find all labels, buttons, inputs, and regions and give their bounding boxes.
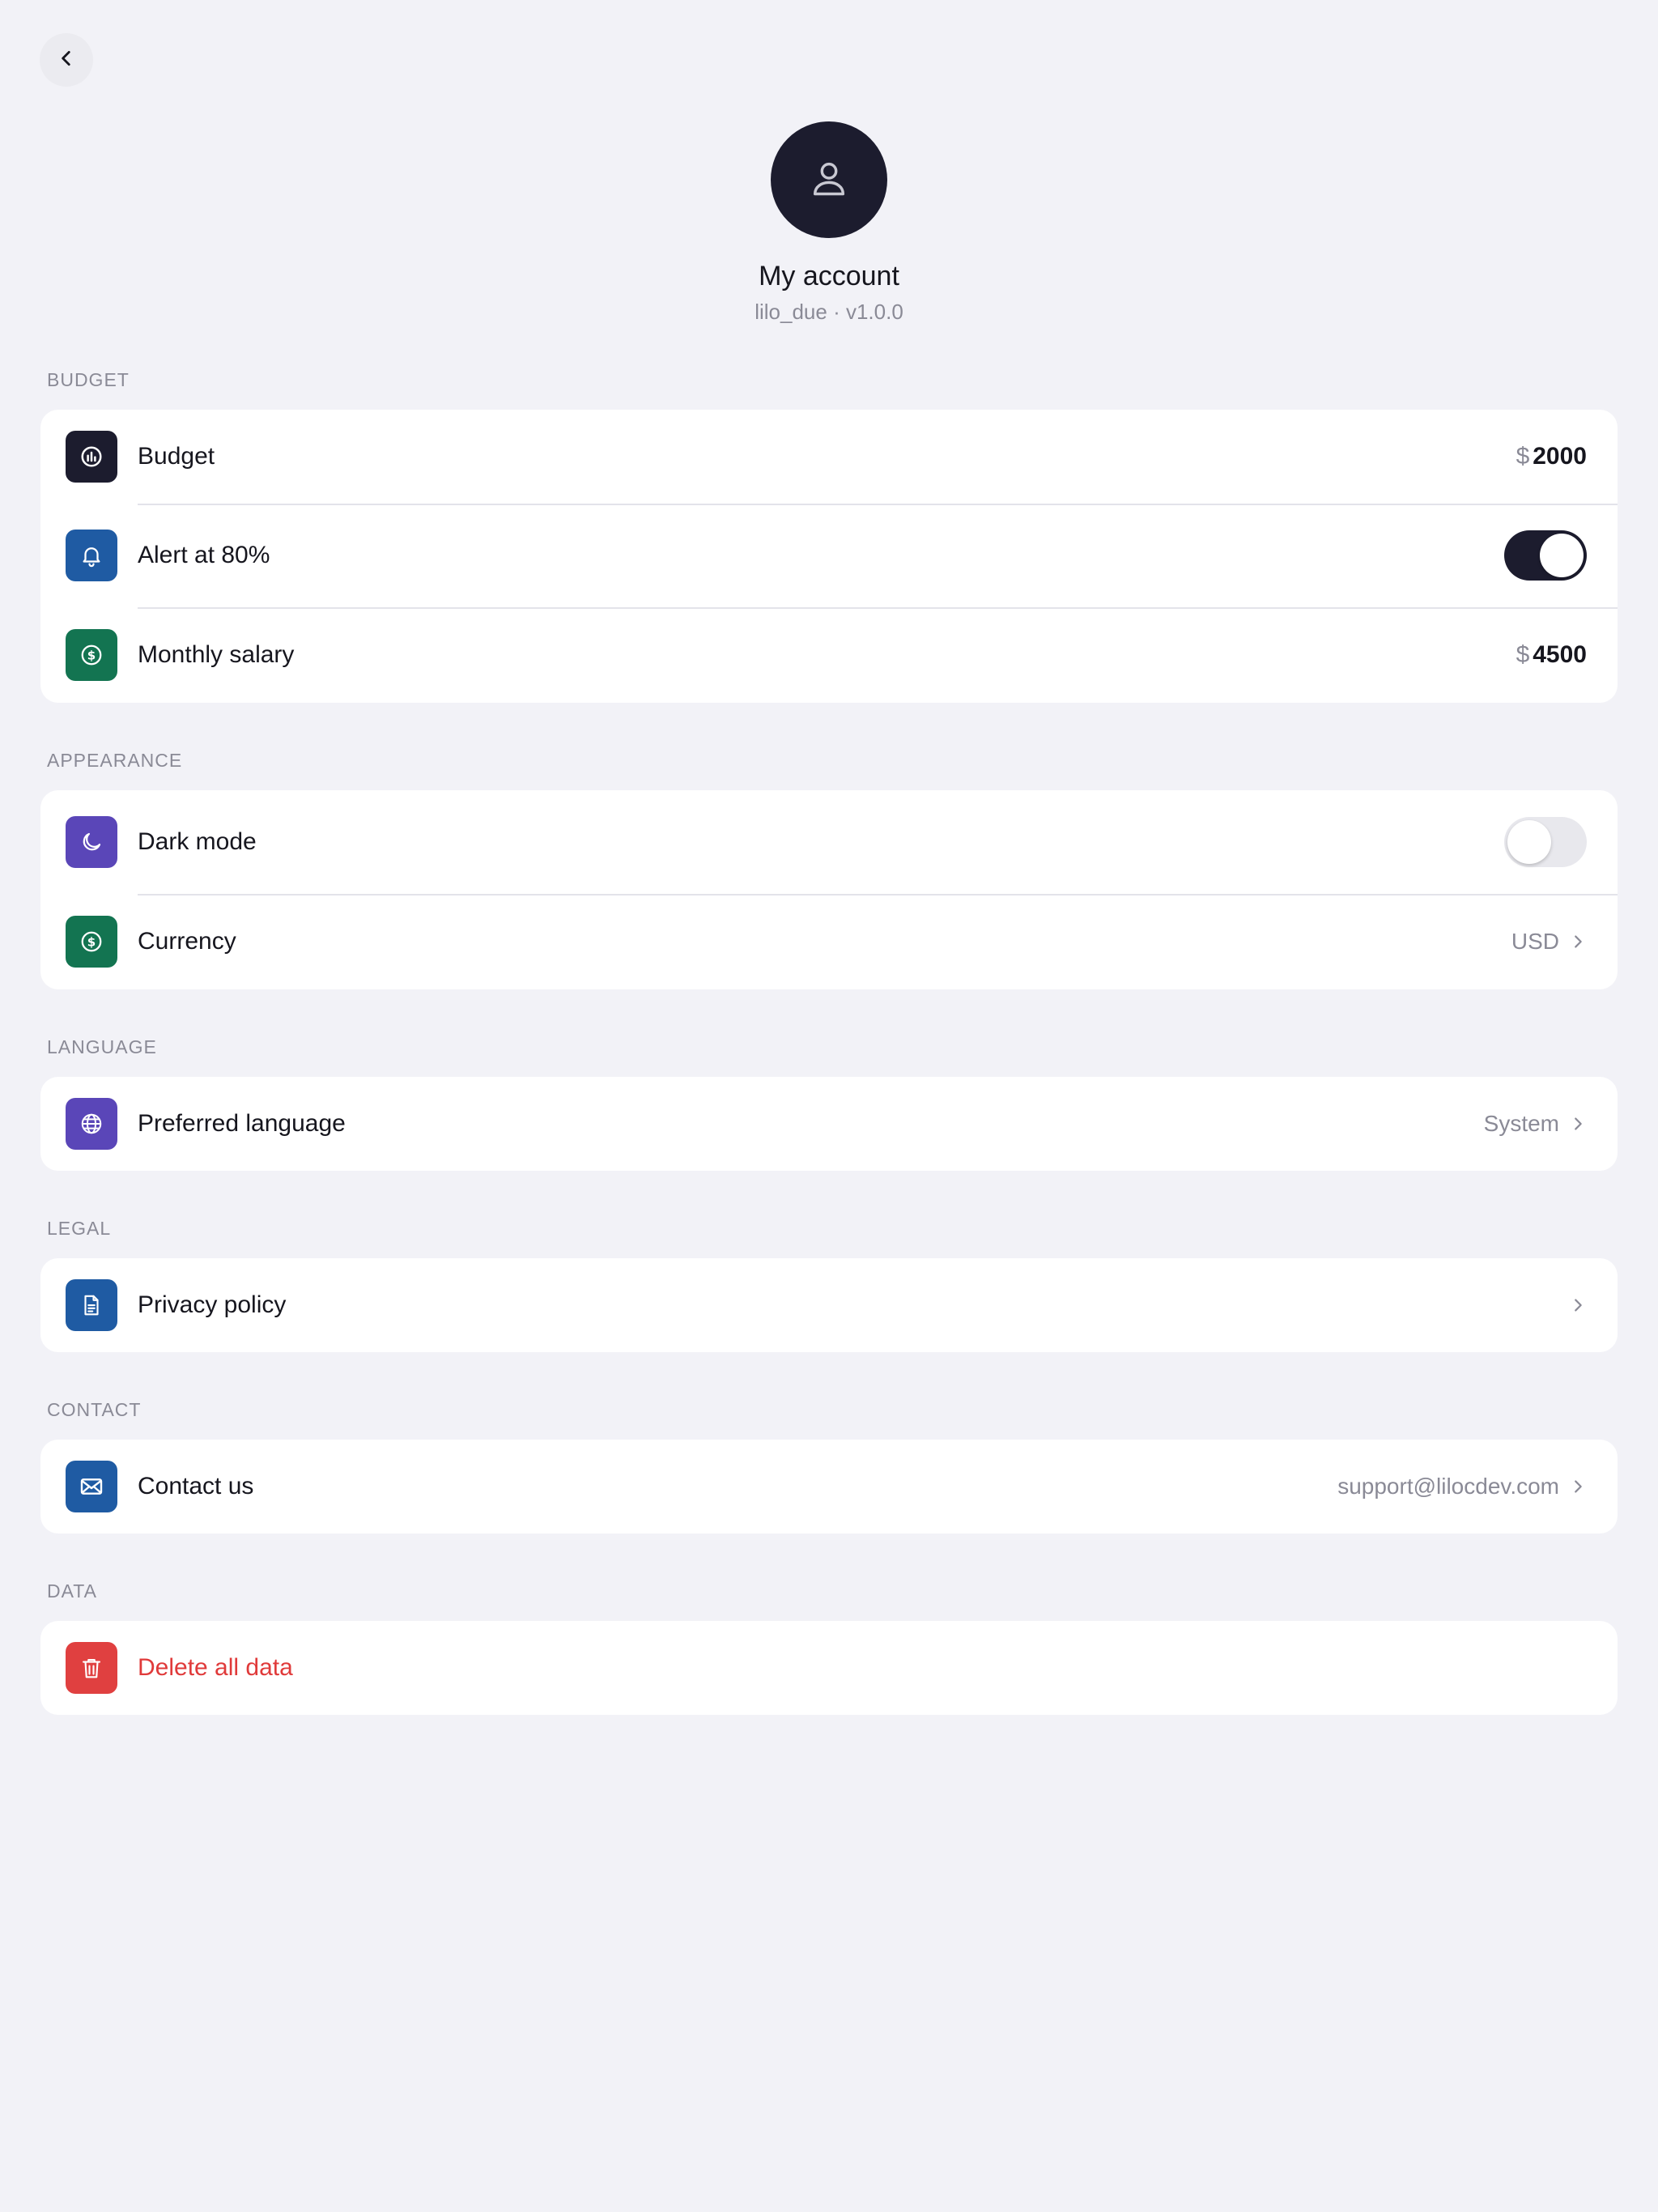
alert-toggle[interactable] — [1504, 530, 1587, 581]
account-subtitle: lilo_due · v1.0.0 — [755, 300, 903, 324]
row-label: Delete all data — [138, 1654, 293, 1681]
row-label: Preferred language — [138, 1110, 346, 1137]
privacy-value — [1559, 1296, 1587, 1314]
globe-icon — [66, 1098, 117, 1150]
chevron-right-icon — [1569, 1115, 1587, 1133]
row-label: Dark mode — [138, 828, 257, 855]
currency-value: USD — [1511, 929, 1587, 955]
budget-amount: 2000 — [1533, 443, 1587, 470]
card-appearance: Dark mode $ Currency USD — [40, 790, 1618, 989]
profile-header: My account lilo_due · v1.0.0 — [0, 121, 1658, 325]
currency-symbol: $ — [1516, 443, 1530, 470]
salary-amount: 4500 — [1533, 641, 1587, 668]
row-contact-us[interactable]: Contact us support@lilocdev.com — [40, 1440, 1618, 1534]
card-legal: Privacy policy — [40, 1258, 1618, 1352]
card-language: Preferred language System — [40, 1077, 1618, 1171]
toggle-knob — [1540, 534, 1584, 577]
trash-icon — [66, 1642, 117, 1694]
currency-code: USD — [1511, 929, 1559, 954]
dollar-icon: $ — [66, 629, 117, 681]
section-label-language: LANGUAGE — [47, 1036, 157, 1057]
budget-chart-icon — [66, 431, 117, 483]
row-label: Currency — [138, 928, 236, 955]
row-alert: Alert at 80% — [40, 504, 1618, 607]
back-button[interactable] — [40, 33, 93, 87]
avatar — [771, 121, 887, 238]
row-label: Budget — [138, 443, 215, 470]
row-dark-mode: Dark mode — [40, 790, 1618, 894]
salary-value: $ 4500 — [1516, 641, 1587, 669]
row-label: Contact us — [138, 1473, 254, 1499]
row-currency[interactable]: $ Currency USD — [40, 894, 1618, 989]
budget-value: $ 2000 — [1516, 443, 1587, 470]
moon-icon — [66, 816, 117, 868]
person-icon — [808, 157, 850, 203]
settings-sections: BUDGET Budget $ 2000 Alert at 80% $ Mont… — [40, 366, 1618, 1759]
svg-text:$: $ — [87, 649, 96, 663]
section-label-appearance: APPEARANCE — [47, 750, 183, 771]
chevron-right-icon — [1569, 933, 1587, 951]
row-budget[interactable]: Budget $ 2000 — [40, 410, 1618, 504]
contact-email: support@lilocdev.com — [1337, 1474, 1559, 1499]
section-label-legal: LEGAL — [47, 1218, 112, 1239]
row-monthly-salary[interactable]: $ Monthly salary $ 4500 — [40, 607, 1618, 703]
chevron-right-icon — [1569, 1478, 1587, 1495]
section-label-contact: CONTACT — [47, 1399, 142, 1420]
row-label: Monthly salary — [138, 641, 295, 668]
row-label: Alert at 80% — [138, 542, 270, 568]
card-data: Delete all data — [40, 1621, 1618, 1715]
card-contact: Contact us support@lilocdev.com — [40, 1440, 1618, 1534]
row-label: Privacy policy — [138, 1291, 287, 1318]
document-icon — [66, 1279, 117, 1331]
chevron-right-icon — [1569, 1296, 1587, 1314]
row-preferred-language[interactable]: Preferred language System — [40, 1077, 1618, 1171]
dark-mode-toggle[interactable] — [1504, 817, 1587, 867]
row-privacy-policy[interactable]: Privacy policy — [40, 1258, 1618, 1352]
row-delete-all-data[interactable]: Delete all data — [40, 1621, 1618, 1715]
card-budget: Budget $ 2000 Alert at 80% $ Monthly sal… — [40, 410, 1618, 703]
chevron-left-icon — [56, 48, 77, 73]
contact-value: support@lilocdev.com — [1337, 1474, 1587, 1499]
toggle-knob — [1507, 820, 1551, 864]
language-value: System — [1484, 1111, 1587, 1137]
language-current: System — [1483, 1111, 1559, 1136]
page-title: My account — [759, 261, 899, 291]
dollar-icon: $ — [66, 916, 117, 968]
section-label-data: DATA — [47, 1580, 97, 1602]
section-label-budget: BUDGET — [47, 369, 130, 390]
bell-icon — [66, 530, 117, 581]
currency-symbol: $ — [1516, 641, 1530, 668]
mail-icon — [66, 1461, 117, 1512]
svg-text:$: $ — [87, 935, 96, 950]
